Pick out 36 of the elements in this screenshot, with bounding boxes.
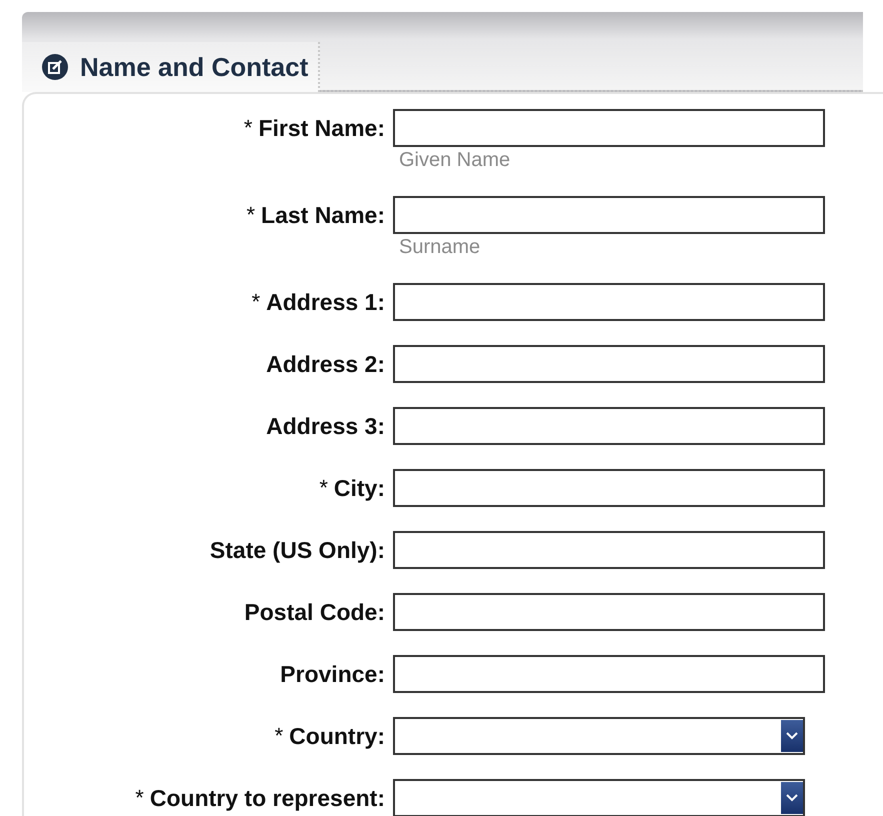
dropdown-field[interactable] <box>393 717 805 755</box>
dropdown-button[interactable] <box>781 782 803 814</box>
edit-icon <box>42 54 68 80</box>
required-marker: * <box>319 475 328 501</box>
required-marker: * <box>274 723 284 749</box>
input-field[interactable] <box>393 196 825 234</box>
tab[interactable]: Name and Contact <box>22 42 320 92</box>
field-label: First Name: <box>258 114 385 142</box>
field-label: Province: <box>280 660 385 688</box>
input-field[interactable] <box>393 407 825 445</box>
chevron-down-icon <box>786 794 798 802</box>
required-marker: * <box>135 785 144 811</box>
input-field[interactable] <box>393 531 825 569</box>
field-label: City: <box>334 474 385 502</box>
input-field[interactable] <box>393 109 825 147</box>
field-label: Last Name: <box>261 202 385 228</box>
dropdown-field[interactable] <box>393 779 805 816</box>
field-label: State (US Only): <box>210 536 385 564</box>
field-label: Postal Code: <box>244 598 385 626</box>
field-label: Address 2: <box>266 350 385 378</box>
input-field[interactable] <box>393 283 825 321</box>
field-label: Country: <box>289 722 385 750</box>
dropdown-button[interactable] <box>781 720 803 752</box>
field-label: Address 1: <box>266 288 385 316</box>
required-marker: * <box>252 289 260 315</box>
chevron-down-icon <box>786 732 798 740</box>
field-label: Address 3: <box>266 412 385 440</box>
required-marker: * <box>244 115 252 141</box>
input-field[interactable] <box>393 655 825 693</box>
field-label: Country to represent: <box>150 784 385 812</box>
field-hint: Surname <box>398 235 482 259</box>
input-field[interactable] <box>393 593 825 631</box>
input-field[interactable] <box>393 345 825 383</box>
required-marker: * <box>246 202 256 228</box>
input-field[interactable] <box>393 469 825 507</box>
field-hint: Given Name <box>398 148 512 172</box>
